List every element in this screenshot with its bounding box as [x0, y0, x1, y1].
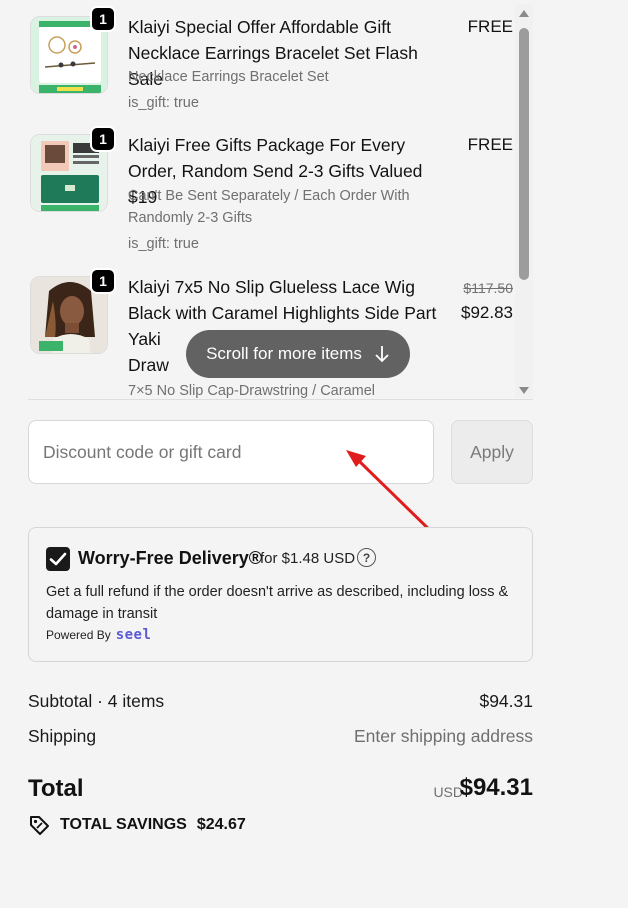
question-circle-icon[interactable]: ?	[357, 548, 376, 567]
worry-free-delivery-card: Worry-Free Delivery® for $1.48 USD ? Get…	[28, 527, 533, 662]
scroll-for-more-button[interactable]: Scroll for more items	[186, 330, 410, 378]
tag-icon	[30, 816, 49, 835]
line-items-list[interactable]: 1 Klaiyi Special Offer Affordable Gift N…	[28, 0, 533, 400]
line-item: 1 Klaiyi Free Gifts Package For Every Or…	[28, 126, 513, 262]
apply-discount-button[interactable]: Apply	[451, 420, 533, 484]
protection-title: Worry-Free Delivery®	[78, 548, 263, 568]
item-price: $92.83	[461, 303, 513, 322]
scroll-up-arrow-icon[interactable]	[519, 10, 529, 17]
item-title-line: Black with Caramel Highlights Side Part	[128, 303, 437, 323]
savings-label: TOTAL SAVINGS	[60, 816, 187, 833]
quantity-badge: 1	[90, 268, 116, 294]
item-title-line: Klaiyi 7x5 No Slip Glueless Lace Wig	[128, 277, 415, 297]
subtotal-value: $94.31	[479, 691, 533, 711]
protection-price: for $1.48 USD	[260, 550, 356, 567]
item-gift-property: is_gift: true	[128, 95, 199, 111]
total-label: Total	[28, 775, 84, 802]
powered-by: Powered By seel	[46, 627, 151, 643]
scroll-down-arrow-icon[interactable]	[519, 387, 529, 394]
items-scrollbar[interactable]	[515, 4, 533, 398]
item-price: FREE	[467, 135, 513, 154]
item-price: FREE	[467, 17, 513, 36]
item-variant: Necklace Earrings Bracelet Set	[128, 69, 329, 85]
subtotal-label: Subtotal · 4 items	[28, 691, 165, 711]
scrollbar-thumb[interactable]	[519, 28, 529, 280]
shipping-label: Shipping	[28, 726, 97, 746]
item-gift-property: is_gift: true	[128, 236, 199, 252]
arrow-down-icon	[375, 346, 389, 363]
powered-by-label: Powered By	[46, 628, 111, 642]
quantity-badge: 1	[90, 6, 116, 32]
scroll-hint-label: Scroll for more items	[206, 344, 362, 363]
item-original-price: $117.50	[463, 280, 513, 296]
item-variant: 7×5 No Slip Cap-Drawstring / Caramel	[128, 383, 375, 399]
shipping-value: Enter shipping address	[354, 726, 533, 746]
quantity-badge: 1	[90, 126, 116, 152]
total-savings: TOTAL SAVINGS $24.67	[28, 814, 246, 836]
item-variant: Can't Be Sent Separately / Each Order Wi…	[128, 188, 410, 226]
total-currency: USD	[433, 784, 463, 800]
protection-description: Get a full refund if the order doesn't a…	[46, 584, 509, 622]
worry-free-delivery-checkbox[interactable]	[46, 547, 70, 571]
seel-logo: seel	[115, 627, 152, 643]
total-amount: $94.31	[459, 774, 533, 801]
line-item: 1 Klaiyi Special Offer Affordable Gift N…	[28, 6, 513, 124]
checkmark-icon	[49, 552, 67, 566]
savings-amount: $24.67	[196, 816, 246, 833]
discount-code-input[interactable]	[28, 420, 434, 484]
